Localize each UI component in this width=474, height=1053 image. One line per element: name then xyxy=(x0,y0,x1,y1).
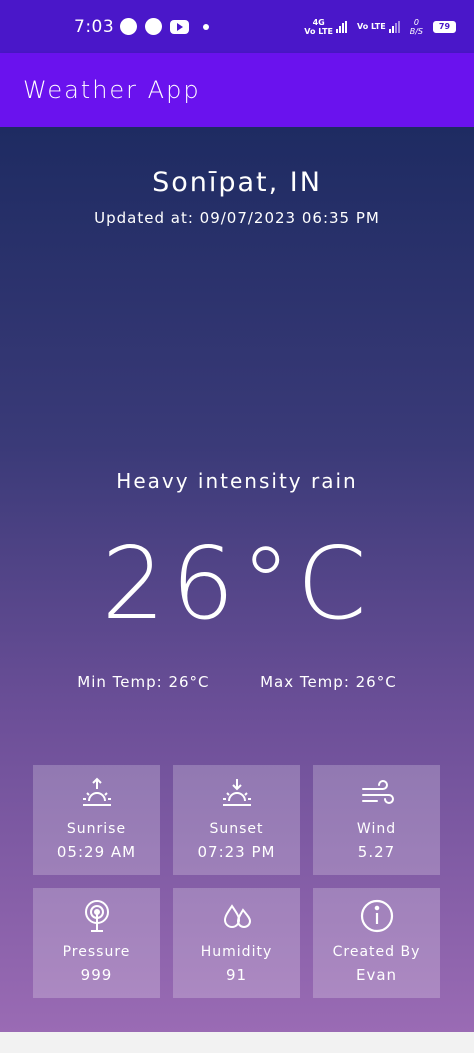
city-name: Sonīpat, IN xyxy=(152,167,322,198)
min-temp: Min Temp: 26°C xyxy=(77,673,210,691)
humidity-icon xyxy=(223,904,251,928)
pressure-icon xyxy=(84,900,109,932)
details-grid: Sunrise 05:29 AM Sunset 07:23 PM Wind 5.… xyxy=(33,765,441,998)
sim2-label: Vo LTE xyxy=(357,22,386,31)
sunrise-value: 05:29 AM xyxy=(56,843,137,861)
pressure-label: Pressure xyxy=(62,944,131,960)
sim1-tech: 4G xyxy=(312,17,325,27)
min-max-temps: Min Temp: 26°C Max Temp: 26°C xyxy=(0,673,474,691)
created-by-label: Created By xyxy=(332,944,421,960)
weather-condition: Heavy intensity rain xyxy=(116,469,358,493)
current-temperature: 26°C xyxy=(101,525,373,642)
sunset-icon xyxy=(222,779,251,806)
sunset-label: Sunset xyxy=(209,821,264,837)
status-bar: 7:03 4G Vo LTE Vo LTE 0 B/S 79 xyxy=(0,0,474,53)
app-title: Weather App xyxy=(23,76,201,104)
created-by-value: Evan xyxy=(355,966,398,984)
wind-card: Wind 5.27 xyxy=(313,765,440,875)
notification-icons xyxy=(120,18,210,35)
sim2-signal: Vo LTE xyxy=(357,20,400,33)
weather-panel: Sonīpat, IN Updated at: 09/07/2023 06:35… xyxy=(0,127,474,1032)
battery-icon: 79 xyxy=(433,20,456,33)
sunset-value: 07:23 PM xyxy=(197,843,276,861)
pressure-value: 999 xyxy=(80,966,113,984)
sunrise-card: Sunrise 05:29 AM xyxy=(33,765,160,875)
status-time: 7:03 xyxy=(74,16,115,37)
updated-at: Updated at: 09/07/2023 06:35 PM xyxy=(94,209,380,227)
sunset-card: Sunset 07:23 PM xyxy=(173,765,300,875)
sunrise-icon xyxy=(82,777,111,806)
wind-label: Wind xyxy=(356,821,397,837)
info-icon xyxy=(360,899,393,933)
app-notification-icon xyxy=(120,18,138,35)
signal-bars-icon xyxy=(336,20,347,33)
sim1-label: Vo LTE xyxy=(304,26,333,36)
sunrise-label: Sunrise xyxy=(66,821,127,837)
navigation-bar xyxy=(0,1032,474,1053)
signal-bars-icon xyxy=(388,20,400,33)
humidity-value: 91 xyxy=(225,966,248,984)
youtube-icon xyxy=(170,19,190,34)
max-temp: Max Temp: 26°C xyxy=(260,673,397,691)
network-speed: 0 B/S xyxy=(409,17,423,36)
humidity-label: Humidity xyxy=(200,944,273,960)
app-bar: Weather App xyxy=(0,53,474,127)
more-notifications-dot-icon xyxy=(203,23,210,30)
wind-value: 5.27 xyxy=(357,843,396,861)
pressure-card: Pressure 999 xyxy=(33,888,160,998)
created-by-card: Created By Evan xyxy=(313,888,440,998)
sim1-signal: 4G Vo LTE xyxy=(304,18,347,36)
snapchat-icon xyxy=(145,18,163,35)
wind-icon xyxy=(361,780,394,804)
status-indicators: 4G Vo LTE Vo LTE 0 B/S 79 xyxy=(304,18,456,36)
humidity-card: Humidity 91 xyxy=(173,888,300,998)
